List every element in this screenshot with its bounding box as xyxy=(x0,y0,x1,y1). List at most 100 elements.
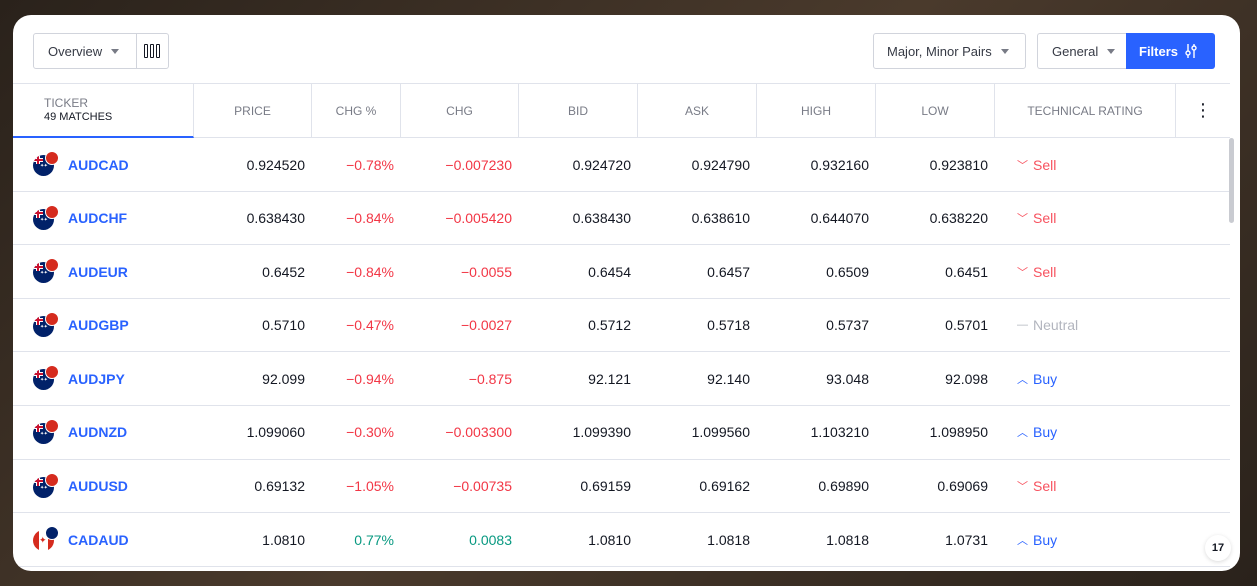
chg-cell: −0.00735 xyxy=(453,478,512,495)
filters-label: Filters xyxy=(1139,43,1179,59)
price-column-header[interactable]: PRICE xyxy=(194,84,312,137)
low-cell: 0.5701 xyxy=(945,317,988,334)
overview-label: Overview xyxy=(48,43,103,59)
table-row[interactable]: AUDCHF 0.638430 −0.84% −0.005420 0.63843… xyxy=(13,192,1230,246)
chg-pct-cell: −0.84% xyxy=(346,210,394,227)
rating-label: Neutral xyxy=(1033,317,1079,334)
rating-sell-icon: ﹀ xyxy=(1017,266,1028,279)
high-column-header[interactable]: HIGH xyxy=(757,84,876,137)
ticker-cell: AUDCAD xyxy=(31,138,201,191)
bid-cell: 0.924720 xyxy=(572,156,631,173)
rating-label: Sell xyxy=(1033,210,1057,227)
chg-pct-cell: −0.78% xyxy=(346,156,394,173)
screener-panel: Overview Major, Minor Pairs General Filt… xyxy=(13,15,1240,571)
price-cell: 0.5710 xyxy=(262,317,305,334)
chg-cell: −0.005420 xyxy=(445,210,512,227)
chg-pct-cell: −0.84% xyxy=(346,263,394,280)
table-row[interactable]: AUDEUR 0.6452 −0.84% −0.0055 0.6454 0.64… xyxy=(13,245,1230,299)
technical-rating-column-header[interactable]: TECHNICAL RATING xyxy=(995,84,1176,137)
chevron-down-icon xyxy=(1000,48,1009,54)
low-cell: 0.69069 xyxy=(937,478,988,495)
table-row[interactable]: AUDUSD 0.69132 −1.05% −0.00735 0.69159 0… xyxy=(13,460,1230,514)
table-row[interactable]: AUDJPY 92.099 −0.94% −0.875 92.121 92.14… xyxy=(13,352,1230,406)
currency-pair-flag-icon xyxy=(31,151,59,178)
chg-cell: −0.007230 xyxy=(445,156,512,173)
chg-column-header[interactable]: CHG xyxy=(401,84,519,137)
ticker-symbol-link[interactable]: AUDCHF xyxy=(68,210,127,226)
table-row[interactable]: AUDCAD 0.924520 −0.78% −0.007230 0.92472… xyxy=(13,138,1230,192)
bid-cell: 0.638430 xyxy=(572,210,631,227)
general-label: General xyxy=(1052,43,1099,59)
high-cell: 0.932160 xyxy=(810,156,869,173)
rating-label: Sell xyxy=(1033,263,1057,280)
ticker-label: TICKER xyxy=(44,96,89,110)
high-cell: 0.69890 xyxy=(818,478,869,495)
technical-rating-cell: ︿ Buy xyxy=(995,513,1175,566)
scrollbar[interactable] xyxy=(1229,138,1234,223)
ticker-symbol-link[interactable]: CADAUD xyxy=(68,532,129,548)
table-row[interactable]: AUDGBP 0.5710 −0.47% −0.0027 0.5712 0.57… xyxy=(13,299,1230,353)
columns-icon[interactable] xyxy=(144,44,160,58)
table-row[interactable]: AUDNZD 1.099060 −0.30% −0.003300 1.09939… xyxy=(13,406,1230,460)
ticker-symbol-link[interactable]: AUDNZD xyxy=(68,424,127,440)
bid-cell: 0.6454 xyxy=(588,263,631,280)
chg-cell: −0.875 xyxy=(468,370,512,387)
rating-label: Sell xyxy=(1033,156,1057,173)
technical-rating-cell: ﹀ Sell xyxy=(995,245,1175,298)
pairs-label: Major, Minor Pairs xyxy=(887,43,992,59)
high-cell: 93.048 xyxy=(826,370,869,387)
ticker-symbol-link[interactable]: AUDGBP xyxy=(68,317,129,333)
rating-label: Buy xyxy=(1033,424,1058,441)
chevron-down-icon xyxy=(1107,48,1116,54)
ticker-symbol-link[interactable]: AUDEUR xyxy=(68,264,128,280)
ticker-cell: CADAUD xyxy=(31,513,201,566)
price-cell: 1.099060 xyxy=(246,424,305,441)
more-options-icon[interactable]: ⋮ xyxy=(1176,84,1230,137)
technical-rating-cell: ﹀ Sell xyxy=(995,192,1175,245)
currency-pair-flag-icon xyxy=(31,526,59,553)
ask-cell: 1.099560 xyxy=(691,424,750,441)
ticker-cell: AUDGBP xyxy=(31,299,201,352)
matches-count: 49 MATCHES xyxy=(44,111,113,123)
bid-cell: 92.121 xyxy=(588,370,631,387)
ticker-column-header[interactable]: TICKER 49 MATCHES xyxy=(13,84,194,138)
rating-sell-icon: ﹀ xyxy=(1017,213,1028,226)
bid-column-header[interactable]: BID xyxy=(519,84,638,137)
toolbar: Overview Major, Minor Pairs General Filt… xyxy=(13,15,1240,83)
ask-cell: 0.924790 xyxy=(691,156,750,173)
chg-pct-cell: −1.05% xyxy=(346,478,394,495)
table-row[interactable]: CADAUD 1.0810 0.77% 0.0083 1.0810 1.0818… xyxy=(13,513,1230,567)
low-column-header[interactable]: LOW xyxy=(876,84,995,137)
ticker-cell: AUDNZD xyxy=(31,406,201,459)
ticker-cell: AUDEUR xyxy=(31,245,201,298)
technical-rating-cell: — Neutral xyxy=(995,299,1175,352)
currency-pair-flag-icon xyxy=(31,472,59,500)
high-cell: 0.6509 xyxy=(826,263,869,280)
bid-cell: 0.69159 xyxy=(580,478,631,495)
rating-sell-icon: ﹀ xyxy=(1017,481,1028,494)
ask-cell: 0.638610 xyxy=(691,210,750,227)
rating-neutral-icon: — xyxy=(1017,319,1028,332)
ask-column-header[interactable]: ASK xyxy=(638,84,757,137)
low-cell: 1.098950 xyxy=(929,424,988,441)
pairs-dropdown[interactable]: Major, Minor Pairs xyxy=(873,33,1026,69)
ticker-symbol-link[interactable]: AUDJPY xyxy=(68,371,125,387)
filters-button[interactable]: Filters xyxy=(1126,33,1215,69)
general-dropdown[interactable]: General xyxy=(1037,33,1127,69)
low-cell: 92.098 xyxy=(945,370,988,387)
price-cell: 92.099 xyxy=(262,370,305,387)
low-cell: 0.923810 xyxy=(929,156,988,173)
chg-pct-cell: −0.30% xyxy=(346,424,394,441)
currency-pair-flag-icon xyxy=(31,204,59,232)
ticker-symbol-link[interactable]: AUDUSD xyxy=(68,478,128,494)
rating-label: Sell xyxy=(1033,478,1057,495)
tradingview-logo[interactable]: 17 xyxy=(1205,535,1231,561)
chg-pct-column-header[interactable]: CHG % xyxy=(312,84,401,137)
ticker-symbol-link[interactable]: AUDCAD xyxy=(68,157,129,173)
overview-dropdown[interactable]: Overview xyxy=(33,33,169,69)
ticker-cell: AUDCHF xyxy=(31,192,201,245)
rating-label: Buy xyxy=(1033,531,1058,548)
currency-pair-flag-icon xyxy=(31,418,59,446)
chg-pct-cell: −0.47% xyxy=(346,317,394,334)
rating-sell-icon: ﹀ xyxy=(1017,159,1028,172)
